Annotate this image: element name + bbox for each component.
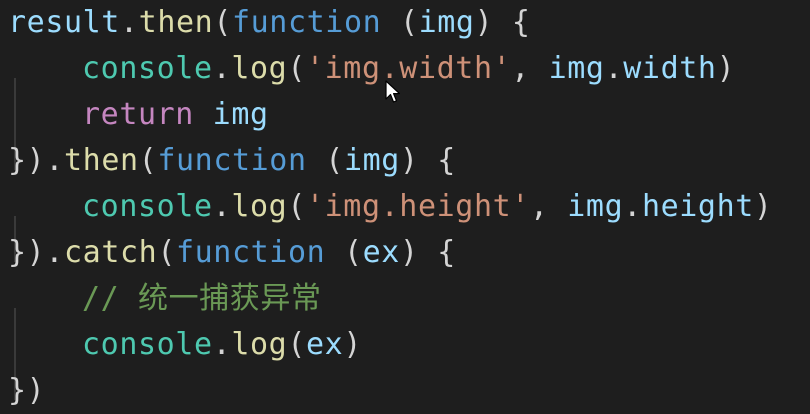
- type-token: console: [82, 189, 213, 224]
- identifier-token: img: [212, 97, 269, 132]
- function-token: log: [231, 189, 288, 224]
- punctuation-token: (: [287, 51, 306, 86]
- punctuation-token: ) {: [399, 235, 456, 270]
- punctuation-token: }).: [8, 235, 64, 270]
- identifier-token: img: [548, 51, 605, 86]
- punctuation-token: ): [716, 51, 736, 86]
- type-token: console: [82, 327, 213, 362]
- function-token: then: [64, 143, 139, 178]
- identifier-token: result: [8, 5, 120, 40]
- punctuation-token: }): [8, 373, 46, 408]
- mouse-pointer-icon: [385, 80, 400, 103]
- identifier-token: ex: [305, 327, 344, 362]
- punctuation-token: .: [212, 51, 232, 86]
- punctuation-token: .: [212, 327, 232, 362]
- punctuation-token: (: [138, 143, 158, 178]
- function-token: log: [231, 51, 288, 86]
- function-token: then: [138, 5, 214, 40]
- punctuation-token: .: [623, 189, 642, 224]
- punctuation-token: [194, 97, 213, 132]
- punctuation-token: .: [212, 189, 232, 224]
- punctuation-token: ): [343, 327, 362, 362]
- punctuation-token: (: [325, 235, 363, 270]
- punctuation-token: (: [213, 5, 232, 40]
- identifier-token: img: [343, 143, 400, 178]
- identifier-token: ex: [362, 235, 400, 270]
- punctuation-token: ) {: [399, 143, 456, 178]
- punctuation-token: (: [381, 5, 419, 40]
- identifier-token: height: [641, 189, 754, 224]
- punctuation-token: (: [287, 189, 306, 224]
- code-editor[interactable]: result.then(function (img) { console.log…: [0, 0, 810, 412]
- code-line[interactable]: }).catch(function (ex) {: [8, 230, 456, 276]
- identifier-token: img: [567, 189, 624, 224]
- type-token: console: [82, 51, 213, 86]
- punctuation-token: (: [306, 143, 344, 178]
- control-keyword-token: return: [82, 97, 194, 132]
- identifier-token: width: [623, 51, 717, 86]
- string-token: 'img.height': [305, 189, 530, 224]
- punctuation-token: ) {: [474, 5, 531, 40]
- code-line[interactable]: return img: [8, 92, 269, 170]
- punctuation-token: }).: [8, 143, 64, 178]
- string-token: 'img.width': [305, 51, 512, 86]
- punctuation-token: .: [604, 51, 624, 86]
- keyword-token: function: [175, 235, 326, 270]
- identifier-token: img: [418, 5, 475, 40]
- keyword-token: function: [231, 5, 382, 40]
- punctuation-token: ,: [511, 51, 549, 86]
- comment-token: // 统一捕获异常: [82, 281, 322, 316]
- punctuation-token: (: [157, 235, 176, 270]
- code-line[interactable]: result.then(function (img) {: [8, 0, 531, 46]
- punctuation-token: ,: [529, 189, 568, 224]
- punctuation-token: .: [119, 5, 139, 40]
- punctuation-token: ): [753, 189, 773, 224]
- function-token: catch: [64, 235, 158, 270]
- code-line[interactable]: }): [8, 368, 45, 414]
- punctuation-token: (: [287, 327, 306, 362]
- code-line[interactable]: console.log('img.height', img.height): [8, 184, 773, 262]
- code-line[interactable]: console.log('img.width', img.width): [8, 46, 736, 124]
- code-line[interactable]: // 统一捕获异常: [8, 276, 322, 354]
- function-token: log: [231, 327, 288, 362]
- code-line[interactable]: console.log(ex): [8, 322, 362, 400]
- keyword-token: function: [157, 143, 307, 178]
- code-line[interactable]: }).then(function (img) {: [8, 138, 456, 184]
